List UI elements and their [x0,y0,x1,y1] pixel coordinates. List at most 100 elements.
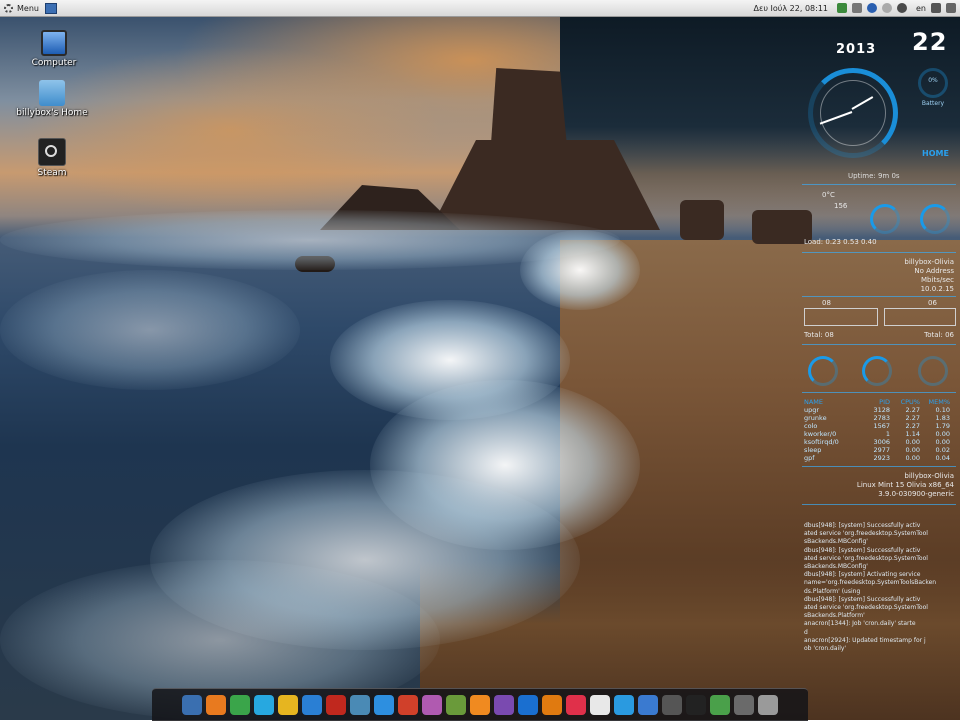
keyboard-layout[interactable]: en [916,4,926,13]
menu-label: Menu [17,3,39,13]
disk-ring [918,356,948,386]
process-table: NAME PID CPU% MEM% upgr 3128 2.27 0.10 grunke 2… [804,398,954,462]
log-line: name='org.freedesktop.SystemToolsBacken [804,579,937,587]
process-row: gpf 2923 0.00 0.04 [804,454,950,462]
frog-icon[interactable] [446,695,466,715]
home-label: HOME [922,149,949,158]
swap-ring [862,356,892,386]
load-value: 156 [834,202,848,210]
desktop-icon-label: Steam [37,168,67,178]
update-manager-icon[interactable] [837,3,847,13]
steam-icon [38,138,66,166]
log-line: ated service 'org.freedesktop.SystemTool [804,554,928,562]
log-line: ated service 'org.freedesktop.SystemTool [804,604,928,612]
monitor-icon[interactable] [734,695,754,715]
headphones-icon[interactable] [494,695,514,715]
desktop-icon-home[interactable]: billybox's Home [10,80,94,118]
process-row: ksoftirqd/0 3006 0.00 0.00 [804,438,950,446]
bird-icon[interactable] [638,695,658,715]
terminal-icon[interactable] [686,695,706,715]
log-line: dbus[948]: [system] Successfully activ [804,522,921,529]
network-icon[interactable] [852,3,862,13]
load-average: Load: 0.23 0.53 0.40 [804,238,877,246]
process-row: colo 1567 2.27 1.79 [804,422,950,430]
ip-address: 10.0.2.15 [920,285,954,293]
document-icon[interactable] [590,695,610,715]
log-line: sBackends.MBConfig' [804,538,868,546]
menu-button[interactable]: Menu [0,3,39,13]
year-display: 2013 [836,42,877,57]
desktop-icon-steam[interactable]: Steam [10,138,94,178]
sys-os: Linux Mint 15 Olivia x86_64 [856,481,954,489]
filezilla-icon[interactable] [326,695,346,715]
firefox-icon[interactable] [206,695,226,715]
battery-label: Battery [921,100,945,107]
process-header: NAME PID CPU% MEM% [804,398,950,406]
cpu2-ring [920,204,950,234]
dock [152,688,808,721]
plant-icon[interactable] [710,695,730,715]
log-line: ated service 'org.freedesktop.SystemTool [804,530,928,538]
clock-face [820,80,886,146]
thunderbird-icon[interactable] [302,695,322,715]
show-desktop-icon[interactable] [44,2,57,14]
clementine-icon[interactable] [614,695,634,715]
cpu-ring [870,204,900,234]
rss-icon[interactable] [470,695,490,715]
sys-kernel: 3.9.0-030900-generic [878,490,954,498]
desktop-icon-label: Computer [31,58,77,68]
desktop-icon-label: billybox's Home [16,108,88,118]
log-line: sBackends.MBConfig' [804,563,868,571]
net-hostname: billybox-Olivia [904,258,954,266]
up-speed: 06 [928,299,937,307]
power-icon[interactable] [897,3,907,13]
paint-icon[interactable] [422,695,442,715]
log-line: ob 'cron.daily' [804,645,847,653]
upload-graph [884,308,956,326]
day-display: 22 [912,28,948,56]
trash-icon[interactable] [758,695,778,715]
tool-icon[interactable] [946,3,956,13]
wine-icon[interactable] [350,695,370,715]
process-row: kworker/0 1 1.14 0.00 [804,430,950,438]
info-icon[interactable] [867,3,877,13]
log-line: dbus[948]: [system] Successfully activ [804,595,921,603]
vlc-icon[interactable] [542,695,562,715]
total-down: Total: 08 [804,331,834,339]
net-speed: Mbits/sec [921,276,954,284]
conky-widget: 2013 22 0% Battery HOME Uptime: 9m 0s 0°… [800,26,958,652]
syslog: dbus[948]: [system] Successfully activ at… [804,522,954,653]
dropbox-icon[interactable] [374,695,394,715]
dropbox-tray-icon[interactable] [882,3,892,13]
uptime: Uptime: 9m 0s [848,172,900,180]
clock[interactable]: Δευ Ιούλ 22, 08:11 [754,4,828,13]
anchor-icon[interactable] [182,695,202,715]
computer-icon [41,30,67,56]
player-icon[interactable] [518,695,538,715]
sys-host: billybox-Olivia [904,472,954,480]
color-wheel-icon[interactable] [566,695,586,715]
log-line: dbus[948]: [system] Successfully activ [804,546,921,554]
window-icon[interactable] [662,695,682,715]
net-status: No Address [914,267,954,275]
skype-icon[interactable] [254,695,274,715]
desktop-icon-computer[interactable]: Computer [12,30,96,68]
down-speed: 08 [822,299,831,307]
log-line: sBackends.Platform' [804,612,865,620]
log-line: anacron[2924]: Updated timestamp for j [804,636,926,644]
system-tray: Δευ Ιούλ 22, 08:11 en [754,0,956,16]
temperature: 0°C [822,191,835,199]
top-panel: Menu Δευ Ιούλ 22, 08:11 en [0,0,960,17]
chrome-icon[interactable] [230,695,250,715]
ram-ring [808,356,838,386]
total-up: Total: 06 [924,331,954,339]
log-line: d [804,628,808,636]
volume-icon[interactable] [931,3,941,13]
log-line: anacron[1344]: Job 'cron.daily' starte [804,620,916,628]
process-row: grunke 2783 2.27 1.83 [804,414,950,422]
log-line: ds.Platform' (using [804,587,861,595]
menu-icon [4,3,13,13]
sticky-icon[interactable] [278,695,298,715]
process-row: sleep 2977 0.00 0.02 [804,446,950,454]
record-icon[interactable] [398,695,418,715]
